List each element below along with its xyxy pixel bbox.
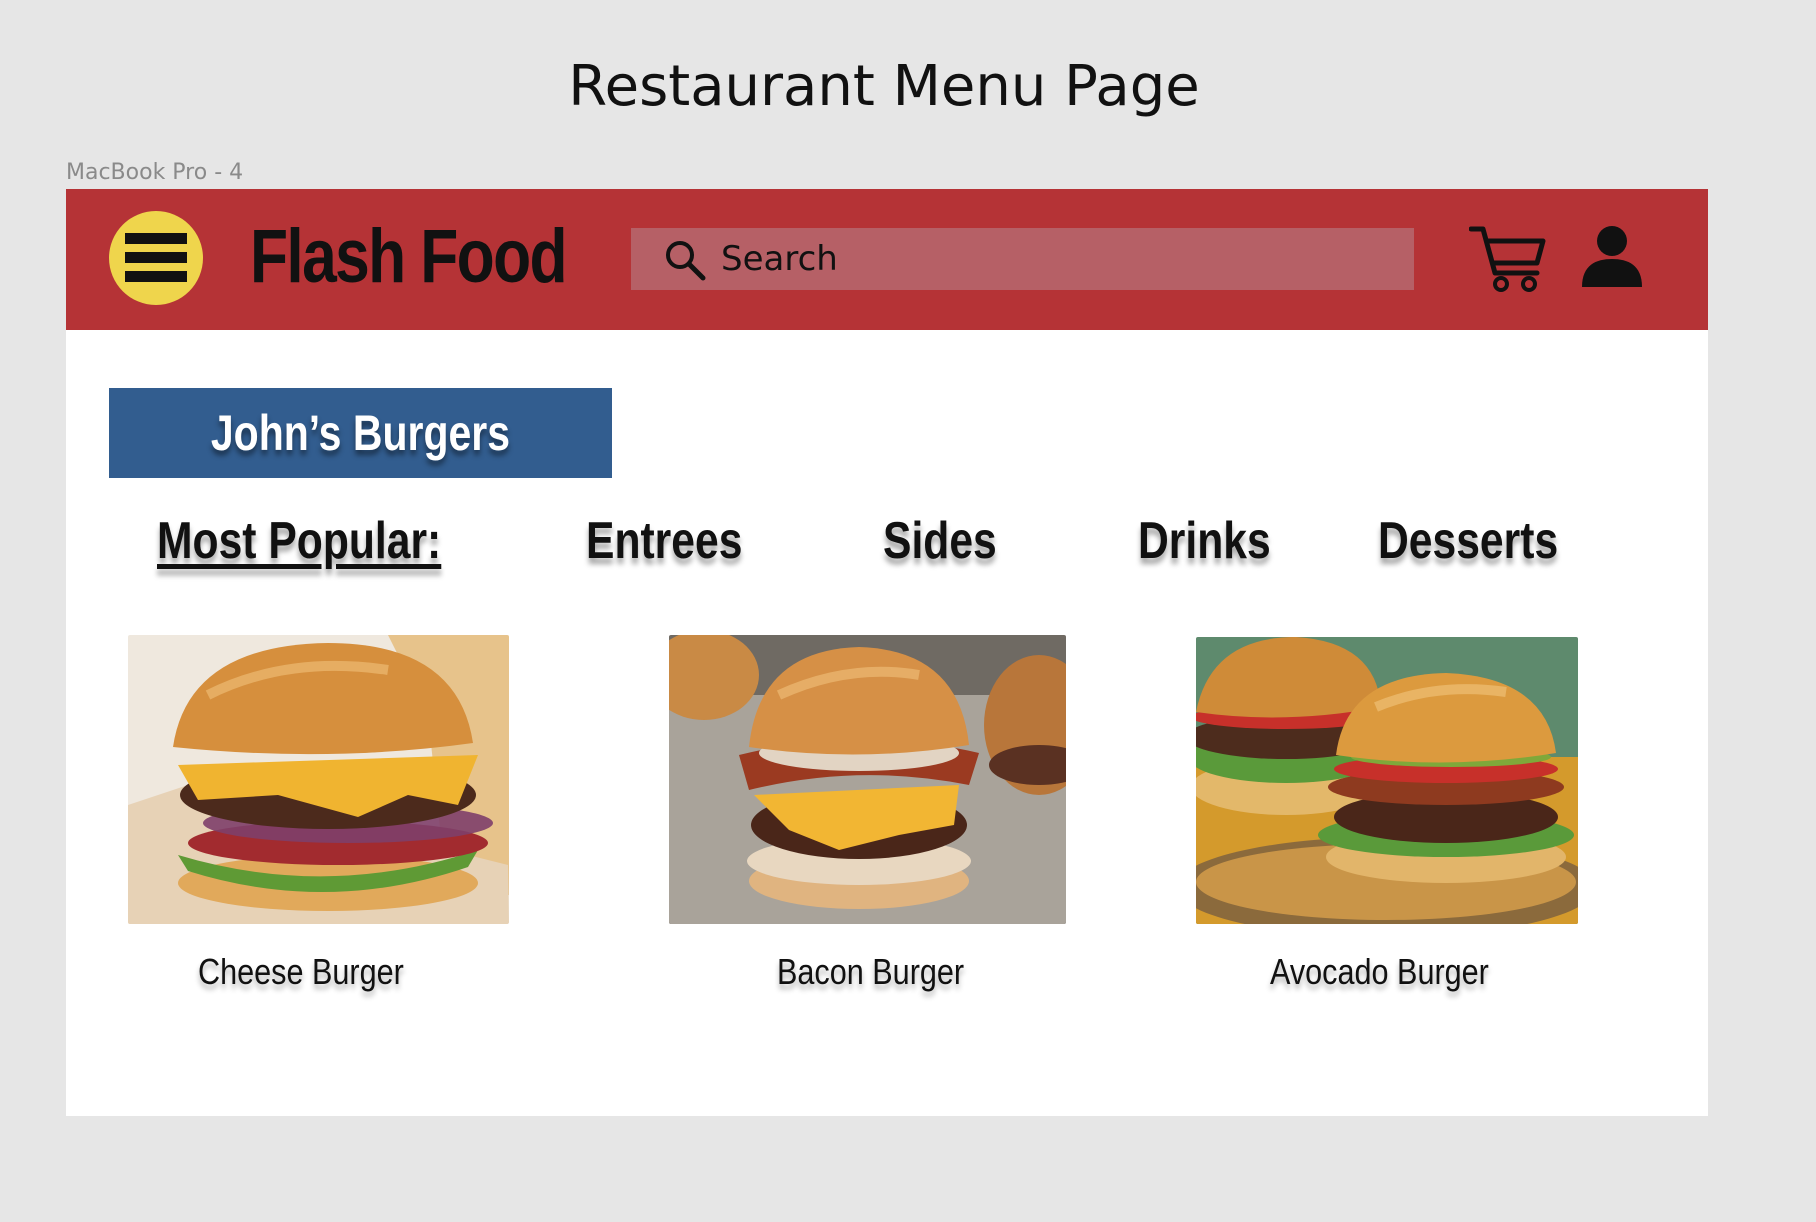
bacon-burger-name[interactable]: Bacon Burger [777,951,964,993]
hamburger-menu-icon [125,252,187,263]
tab-drinks[interactable]: Drinks [1138,511,1271,571]
search-input[interactable] [721,236,1381,282]
tab-desserts[interactable]: Desserts [1378,511,1558,571]
cheese-burger-name[interactable]: Cheese Burger [198,951,404,993]
restaurant-banner: John’s Burgers [109,388,612,478]
tab-sides[interactable]: Sides [883,511,997,571]
hamburger-menu-button[interactable] [109,211,203,305]
avocado-burger-image[interactable] [1196,637,1578,924]
restaurant-name-wrap: John’s Burgers [109,388,612,478]
frame-label: MacBook Pro - 4 [66,160,244,185]
avocado-burger-name[interactable]: Avocado Burger [1270,951,1489,993]
hamburger-menu-icon [125,271,187,282]
restaurant-name: John’s Burgers [210,405,511,461]
tab-entrees[interactable]: Entrees [586,511,742,571]
top-nav-bar: Flash Food [66,189,1708,330]
cheese-burger-image[interactable] [128,635,509,924]
app-frame: Flash Food John’s Burgers Most Popular: … [66,189,1708,1116]
search-bar[interactable] [631,228,1414,290]
search-icon [666,241,706,281]
bacon-burger-image[interactable] [669,635,1066,924]
tab-most-popular[interactable]: Most Popular: [157,511,441,571]
brand-logo-text[interactable]: Flash Food [250,213,568,300]
page-title: Restaurant Menu Page [568,54,1200,119]
cart-icon[interactable] [1469,223,1549,293]
hamburger-menu-icon [125,233,187,244]
user-icon[interactable] [1581,225,1643,287]
